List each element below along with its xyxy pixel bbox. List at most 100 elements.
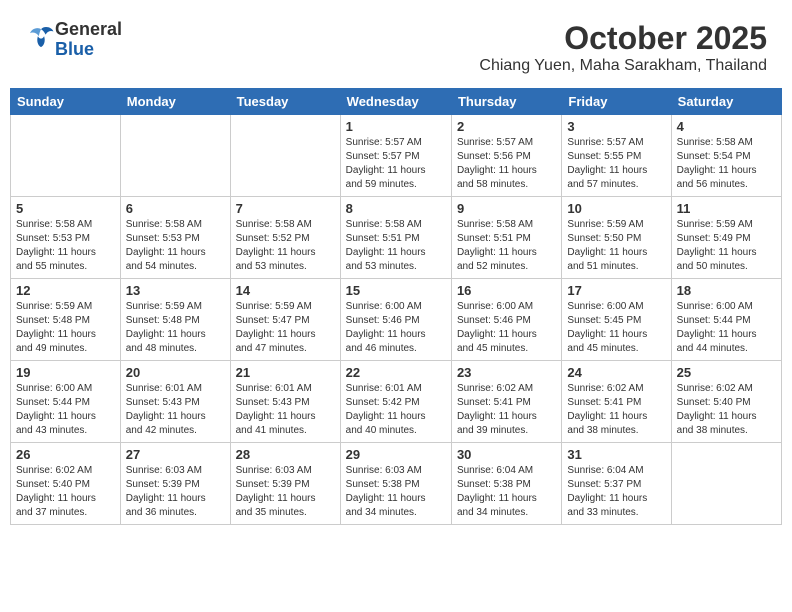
day-info: Sunrise: 5:58 AM Sunset: 5:54 PM Dayligh… — [677, 136, 776, 192]
day-info: Sunrise: 5:58 AM Sunset: 5:51 PM Dayligh… — [346, 218, 446, 274]
day-number: 31 — [567, 447, 665, 462]
day-info: Sunrise: 6:02 AM Sunset: 5:41 PM Dayligh… — [457, 382, 556, 438]
day-info: Sunrise: 6:01 AM Sunset: 5:42 PM Dayligh… — [346, 382, 446, 438]
day-number: 11 — [677, 201, 776, 216]
calendar-cell: 29Sunrise: 6:03 AM Sunset: 5:38 PM Dayli… — [340, 443, 451, 525]
day-number: 21 — [236, 365, 335, 380]
logo-general-text: General — [55, 20, 122, 40]
calendar-cell: 11 Sunrise: 5:59 AM Sunset: 5:49 PM Dayli… — [671, 197, 781, 279]
weekday-header-saturday: Saturday — [671, 89, 781, 115]
calendar-cell — [11, 115, 121, 197]
calendar-cell: 23 Sunrise: 6:02 AM Sunset: 5:41 PM Dayli… — [451, 361, 561, 443]
day-number: 12 — [16, 283, 115, 298]
day-number: 13 — [126, 283, 225, 298]
calendar-cell: 2 Sunrise: 5:57 AM Sunset: 5:56 PM Daylig… — [451, 115, 561, 197]
day-info: Sunrise: 6:01 AM Sunset: 5:43 PM Dayligh… — [126, 382, 225, 438]
logo-blue-text: Blue — [55, 40, 122, 60]
calendar-cell: 10 Sunrise: 5:59 AM Sunset: 5:50 PM Dayli… — [562, 197, 671, 279]
day-number: 17 — [567, 283, 665, 298]
day-number: 25 — [677, 365, 776, 380]
day-info: Sunrise: 6:02 AM Sunset: 5:40 PM Dayligh… — [16, 464, 115, 520]
weekday-header-row: SundayMondayTuesdayWednesdayThursdayFrid… — [11, 89, 782, 115]
calendar-cell: 12 Sunrise: 5:59 AM Sunset: 5:48 PM Dayli… — [11, 279, 121, 361]
calendar-cell — [120, 115, 230, 197]
day-number: 16 — [457, 283, 556, 298]
day-number: 30 — [457, 447, 556, 462]
calendar-cell: 13 Sunrise: 5:59 AM Sunset: 5:48 PM Dayli… — [120, 279, 230, 361]
day-number: 10 — [567, 201, 665, 216]
calendar-cell: 22Sunrise: 6:01 AM Sunset: 5:42 PM Dayli… — [340, 361, 451, 443]
calendar-cell: 4Sunrise: 5:58 AM Sunset: 5:54 PM Daylig… — [671, 115, 781, 197]
calendar-cell: 3 Sunrise: 5:57 AM Sunset: 5:55 PM Daylig… — [562, 115, 671, 197]
day-number: 3 — [567, 119, 665, 134]
calendar-cell: 1 Sunrise: 5:57 AM Sunset: 5:57 PM Daylig… — [340, 115, 451, 197]
weekday-header-thursday: Thursday — [451, 89, 561, 115]
calendar-cell: 5Sunrise: 5:58 AM Sunset: 5:53 PM Daylig… — [11, 197, 121, 279]
day-number: 7 — [236, 201, 335, 216]
calendar-cell: 15 Sunrise: 6:00 AM Sunset: 5:46 PM Dayli… — [340, 279, 451, 361]
weekday-header-tuesday: Tuesday — [230, 89, 340, 115]
day-info: Sunrise: 6:00 AM Sunset: 5:46 PM Dayligh… — [457, 300, 556, 356]
weekday-header-friday: Friday — [562, 89, 671, 115]
calendar-cell: 17 Sunrise: 6:00 AM Sunset: 5:45 PM Dayli… — [562, 279, 671, 361]
day-info: Sunrise: 5:59 AM Sunset: 5:48 PM Dayligh… — [126, 300, 225, 356]
day-info: Sunrise: 6:03 AM Sunset: 5:39 PM Dayligh… — [126, 464, 225, 520]
day-info: Sunrise: 6:01 AM Sunset: 5:43 PM Dayligh… — [236, 382, 335, 438]
logo-bird-icon — [27, 25, 55, 49]
day-info: Sunrise: 5:58 AM Sunset: 5:51 PM Dayligh… — [457, 218, 556, 274]
calendar-cell: 6 Sunrise: 5:58 AM Sunset: 5:53 PM Daylig… — [120, 197, 230, 279]
day-info: Sunrise: 6:03 AM Sunset: 5:39 PM Dayligh… — [236, 464, 335, 520]
day-number: 6 — [126, 201, 225, 216]
calendar-cell: 27Sunrise: 6:03 AM Sunset: 5:39 PM Dayli… — [120, 443, 230, 525]
day-info: Sunrise: 6:02 AM Sunset: 5:41 PM Dayligh… — [567, 382, 665, 438]
day-number: 23 — [457, 365, 556, 380]
logo: General Blue — [25, 20, 122, 60]
day-info: Sunrise: 5:58 AM Sunset: 5:53 PM Dayligh… — [126, 218, 225, 274]
calendar-cell: 28 Sunrise: 6:03 AM Sunset: 5:39 PM Dayli… — [230, 443, 340, 525]
day-info: Sunrise: 6:00 AM Sunset: 5:44 PM Dayligh… — [677, 300, 776, 356]
calendar-cell: 20 Sunrise: 6:01 AM Sunset: 5:43 PM Dayli… — [120, 361, 230, 443]
day-info: Sunrise: 6:00 AM Sunset: 5:44 PM Dayligh… — [16, 382, 115, 438]
day-info: Sunrise: 5:59 AM Sunset: 5:50 PM Dayligh… — [567, 218, 665, 274]
day-info: Sunrise: 5:57 AM Sunset: 5:57 PM Dayligh… — [346, 136, 446, 192]
calendar-cell: 19 Sunrise: 6:00 AM Sunset: 5:44 PM Dayli… — [11, 361, 121, 443]
calendar-cell: 31Sunrise: 6:04 AM Sunset: 5:37 PM Dayli… — [562, 443, 671, 525]
calendar-cell: 26 Sunrise: 6:02 AM Sunset: 5:40 PM Dayli… — [11, 443, 121, 525]
calendar-cell — [230, 115, 340, 197]
day-info: Sunrise: 5:59 AM Sunset: 5:47 PM Dayligh… — [236, 300, 335, 356]
calendar-table: SundayMondayTuesdayWednesdayThursdayFrid… — [10, 88, 782, 525]
day-number: 26 — [16, 447, 115, 462]
day-number: 19 — [16, 365, 115, 380]
day-info: Sunrise: 5:59 AM Sunset: 5:48 PM Dayligh… — [16, 300, 115, 356]
calendar-cell: 8 Sunrise: 5:58 AM Sunset: 5:51 PM Daylig… — [340, 197, 451, 279]
day-number: 8 — [346, 201, 446, 216]
calendar-cell: 9 Sunrise: 5:58 AM Sunset: 5:51 PM Daylig… — [451, 197, 561, 279]
day-info: Sunrise: 5:58 AM Sunset: 5:53 PM Dayligh… — [16, 218, 115, 274]
month-title: October 2025 — [479, 20, 767, 57]
day-number: 9 — [457, 201, 556, 216]
day-number: 18 — [677, 283, 776, 298]
day-number: 28 — [236, 447, 335, 462]
day-info: Sunrise: 6:00 AM Sunset: 5:46 PM Dayligh… — [346, 300, 446, 356]
calendar-cell: 21 Sunrise: 6:01 AM Sunset: 5:43 PM Dayli… — [230, 361, 340, 443]
day-number: 29 — [346, 447, 446, 462]
weekday-header-wednesday: Wednesday — [340, 89, 451, 115]
day-info: Sunrise: 6:04 AM Sunset: 5:38 PM Dayligh… — [457, 464, 556, 520]
day-number: 15 — [346, 283, 446, 298]
day-info: Sunrise: 5:58 AM Sunset: 5:52 PM Dayligh… — [236, 218, 335, 274]
day-info: Sunrise: 6:00 AM Sunset: 5:45 PM Dayligh… — [567, 300, 665, 356]
day-number: 1 — [346, 119, 446, 134]
day-info: Sunrise: 5:57 AM Sunset: 5:56 PM Dayligh… — [457, 136, 556, 192]
location-title: Chiang Yuen, Maha Sarakham, Thailand — [479, 57, 767, 75]
calendar-cell: 7 Sunrise: 5:58 AM Sunset: 5:52 PM Daylig… — [230, 197, 340, 279]
day-info: Sunrise: 5:57 AM Sunset: 5:55 PM Dayligh… — [567, 136, 665, 192]
day-number: 20 — [126, 365, 225, 380]
weekday-header-sunday: Sunday — [11, 89, 121, 115]
calendar-week-row: 26 Sunrise: 6:02 AM Sunset: 5:40 PM Dayli… — [11, 443, 782, 525]
calendar-week-row: 12 Sunrise: 5:59 AM Sunset: 5:48 PM Dayli… — [11, 279, 782, 361]
day-info: Sunrise: 5:59 AM Sunset: 5:49 PM Dayligh… — [677, 218, 776, 274]
weekday-header-monday: Monday — [120, 89, 230, 115]
calendar-week-row: 1 Sunrise: 5:57 AM Sunset: 5:57 PM Daylig… — [11, 115, 782, 197]
calendar-cell: 25Sunrise: 6:02 AM Sunset: 5:40 PM Dayli… — [671, 361, 781, 443]
day-number: 2 — [457, 119, 556, 134]
